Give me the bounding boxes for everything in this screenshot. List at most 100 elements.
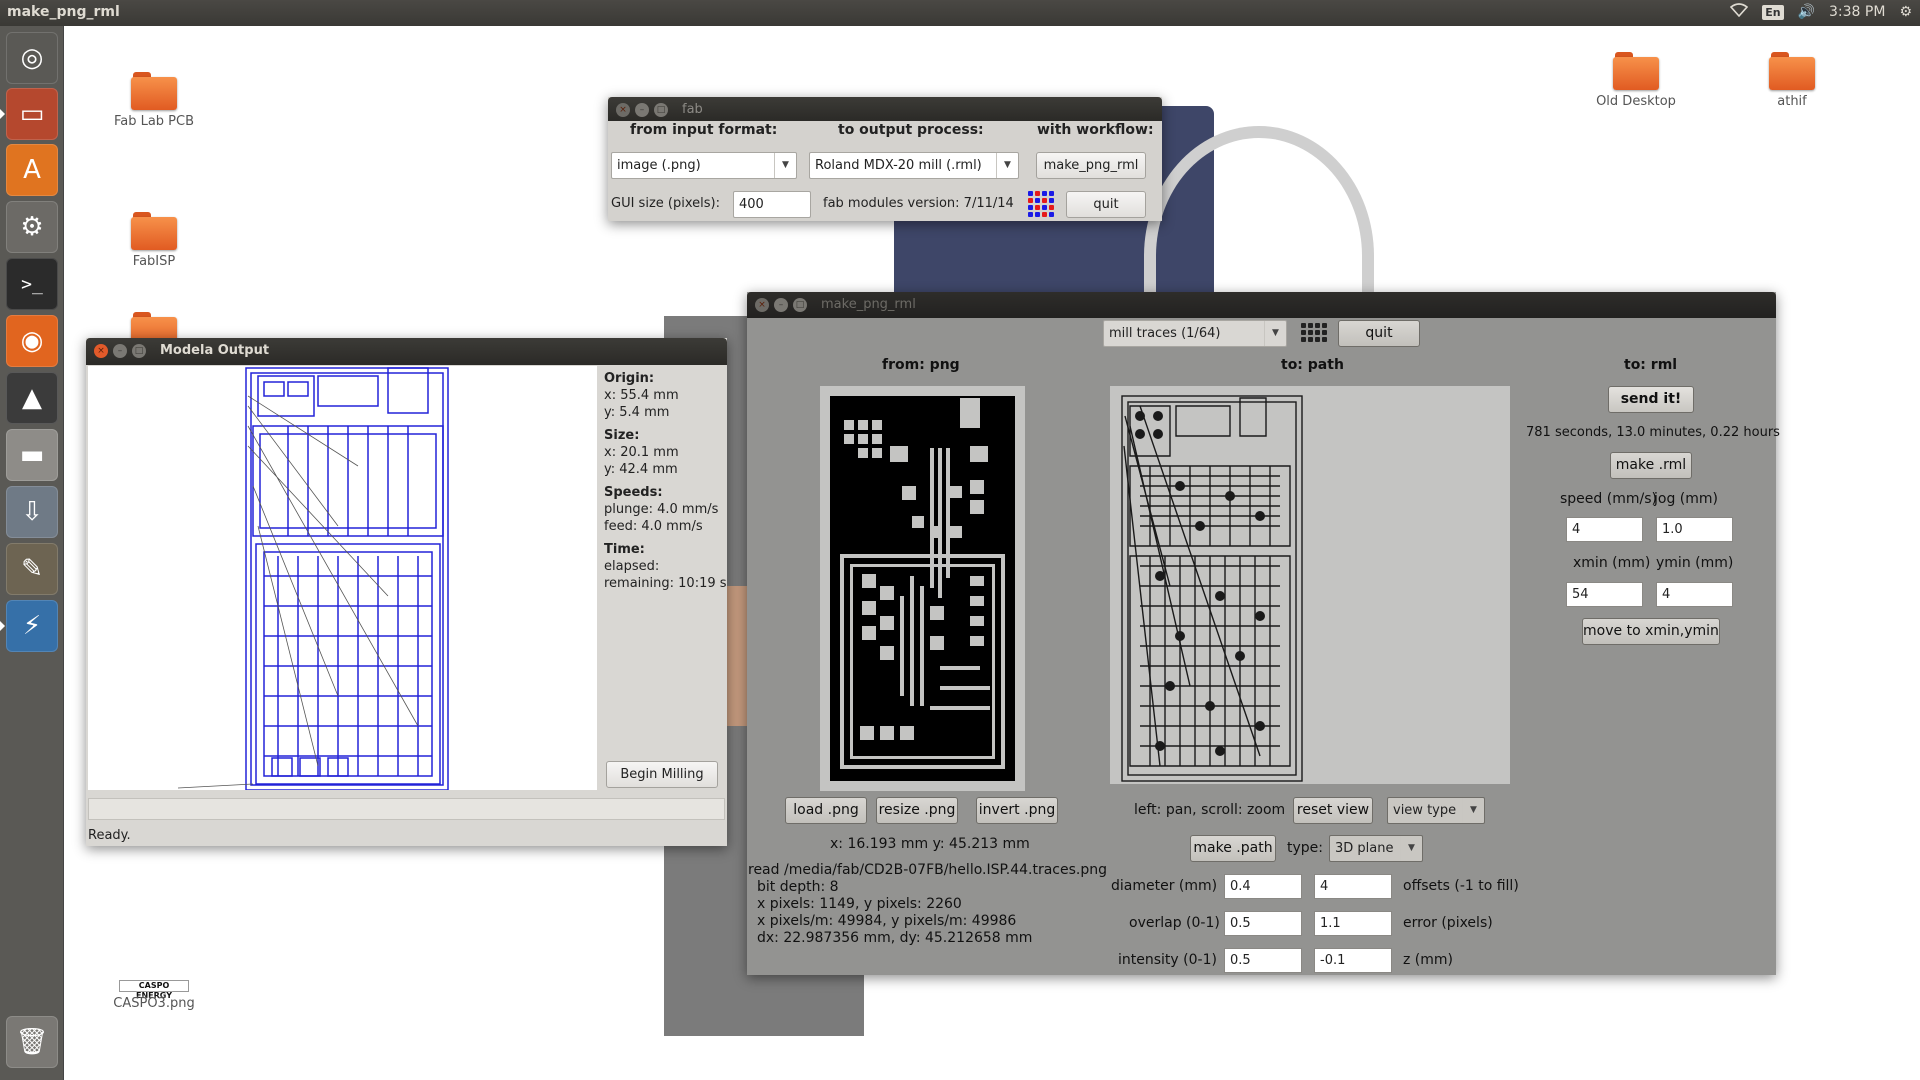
minimize-icon[interactable]: – bbox=[774, 298, 788, 312]
desktop-icon-fab-lab-pcb[interactable]: Fab Lab PCB bbox=[94, 72, 214, 129]
speed-field[interactable]: 4 bbox=[1566, 517, 1643, 542]
diameter-field[interactable]: 0.4 bbox=[1224, 874, 1302, 899]
quit-button[interactable]: quit bbox=[1338, 320, 1420, 347]
toolpath-preview[interactable] bbox=[1110, 386, 1510, 784]
close-icon[interactable]: × bbox=[755, 298, 769, 312]
chevron-down-icon: ▼ bbox=[1264, 321, 1286, 346]
chevron-down-icon: ▼ bbox=[1462, 798, 1484, 823]
desktop-icon-label: FabISP bbox=[132, 254, 176, 269]
wifi-icon[interactable] bbox=[1730, 3, 1749, 21]
launcher-dash-home-icon[interactable]: ◎ bbox=[6, 32, 58, 84]
milling-preview-canvas[interactable] bbox=[88, 366, 597, 790]
feed-speed: feed: 4.0 mm/s bbox=[604, 519, 703, 534]
desktop-icon-caspo3[interactable]: CASPO ENERGY CASPO3.png bbox=[94, 980, 214, 1011]
offsets-field[interactable]: 4 bbox=[1314, 874, 1392, 899]
overlap-field[interactable]: 0.5 bbox=[1224, 911, 1302, 936]
with-workflow-label: with workflow: bbox=[1037, 122, 1154, 138]
view-type-select[interactable]: view type ▼ bbox=[1387, 797, 1485, 824]
send-it-button[interactable]: send it! bbox=[1608, 386, 1694, 413]
xmin-field[interactable]: 54 bbox=[1566, 582, 1643, 607]
desktop-icon-athif[interactable]: athif bbox=[1732, 52, 1852, 109]
workflow-button[interactable]: make_png_rml bbox=[1036, 152, 1146, 179]
fab-window-titlebar[interactable]: × – □ fab bbox=[608, 97, 1162, 121]
output-process-select[interactable]: Roland MDX-20 mill (.rml) ▼ bbox=[809, 152, 1019, 179]
running-indicator bbox=[0, 109, 5, 119]
time-label: Time: bbox=[604, 542, 645, 557]
launcher-inkscape-icon[interactable]: ▲ bbox=[6, 372, 58, 424]
gui-size-label: GUI size (pixels): bbox=[611, 196, 720, 211]
remaining-time: remaining: 10:19 s bbox=[604, 576, 726, 591]
jog-field[interactable]: 1.0 bbox=[1656, 517, 1733, 542]
launcher-firefox-icon[interactable]: ◉ bbox=[6, 315, 58, 367]
make-rml-button[interactable]: make .rml bbox=[1610, 452, 1692, 479]
fab-logo-icon bbox=[1301, 323, 1327, 342]
folder-icon bbox=[131, 212, 177, 250]
error-field[interactable]: 1.1 bbox=[1314, 911, 1392, 936]
desktop-icon-label: athif bbox=[1777, 94, 1807, 109]
chevron-down-icon: ▼ bbox=[996, 153, 1018, 178]
maximize-icon[interactable]: □ bbox=[132, 344, 146, 358]
folder-icon bbox=[1613, 52, 1659, 90]
launcher-python-icon[interactable]: ⚡ bbox=[6, 600, 58, 652]
origin-label: Origin: bbox=[604, 371, 655, 386]
origin-x: x: 55.4 mm bbox=[604, 388, 679, 403]
jog-label: jog (mm) bbox=[1654, 491, 1718, 507]
fab-logo-icon bbox=[1028, 191, 1054, 217]
active-app-title: make_png_rml bbox=[7, 4, 120, 20]
window-title: Modela Output bbox=[160, 343, 270, 358]
reset-view-button[interactable]: reset view bbox=[1293, 797, 1373, 824]
gui-size-field[interactable]: 400 bbox=[733, 191, 811, 218]
move-to-xmin-ymin-button[interactable]: move to xmin,ymin bbox=[1582, 618, 1720, 645]
desktop-icon-fabisp[interactable]: FabISP bbox=[94, 212, 214, 269]
load-png-button[interactable]: load .png bbox=[785, 797, 867, 824]
make-png-rml-window: × – □ make_png_rml mill traces (1/64) ▼ … bbox=[747, 292, 1780, 975]
rml-window-titlebar[interactable]: × – □ make_png_rml bbox=[747, 292, 1776, 318]
desktop-icon-label: CASPO3.png bbox=[113, 996, 195, 1011]
resize-png-button[interactable]: resize .png bbox=[876, 797, 958, 824]
maximize-icon[interactable]: □ bbox=[793, 298, 807, 312]
input-format-select[interactable]: image (.png) ▼ bbox=[611, 152, 797, 179]
intensity-field[interactable]: 0.5 bbox=[1224, 948, 1302, 973]
volume-icon[interactable]: 🔊 bbox=[1798, 4, 1815, 20]
launcher-files-icon[interactable]: ▭ bbox=[6, 88, 58, 140]
desktop-icon-label: Old Desktop bbox=[1596, 94, 1676, 109]
file-info-line: bit depth: 8 bbox=[757, 879, 839, 895]
make-path-button[interactable]: make .path bbox=[1190, 835, 1276, 862]
speed-label: speed (mm/s) bbox=[1560, 491, 1657, 507]
desktop-icon-old-desktop[interactable]: Old Desktop bbox=[1576, 52, 1696, 109]
close-icon[interactable]: × bbox=[94, 344, 108, 358]
to-output-process-label: to output process: bbox=[838, 122, 984, 138]
modela-window-titlebar[interactable]: × – □ Modela Output bbox=[86, 338, 727, 365]
ymin-field[interactable]: 4 bbox=[1656, 582, 1733, 607]
pcb-traces-image bbox=[830, 396, 1015, 781]
launcher-terminal-icon[interactable]: >_ bbox=[6, 258, 58, 310]
clock[interactable]: 3:38 PM bbox=[1829, 4, 1885, 20]
launcher-software-center-icon[interactable]: A bbox=[6, 144, 58, 196]
launcher-usb-icon[interactable]: ⇩ bbox=[6, 486, 58, 538]
quit-button[interactable]: quit bbox=[1066, 191, 1146, 218]
intensity-label: intensity (0-1) bbox=[1118, 952, 1217, 968]
minimize-icon[interactable]: – bbox=[635, 103, 649, 117]
launcher-system-settings-icon[interactable]: ⚙ bbox=[6, 201, 58, 253]
gear-icon[interactable]: ⚙ bbox=[1899, 4, 1912, 20]
milling-info-panel: Origin: x: 55.4 mm y: 5.4 mm Size: x: 20… bbox=[604, 370, 726, 592]
minimize-icon[interactable]: – bbox=[113, 344, 127, 358]
cursor-coordinates: x: 16.193 mm y: 45.213 mm bbox=[830, 836, 1030, 852]
launcher-drive-icon[interactable]: ▬ bbox=[6, 429, 58, 481]
process-select[interactable]: mill traces (1/64) ▼ bbox=[1103, 320, 1287, 347]
overlap-label: overlap (0-1) bbox=[1129, 915, 1220, 931]
keyboard-layout-indicator[interactable]: En bbox=[1762, 4, 1784, 20]
z-field[interactable]: -0.1 bbox=[1314, 948, 1392, 973]
launcher-gimp-icon[interactable]: ✎ bbox=[6, 543, 58, 595]
path-type-select[interactable]: 3D plane ▼ bbox=[1329, 835, 1423, 862]
image-thumbnail: CASPO ENERGY bbox=[119, 980, 189, 1000]
from-png-label: from: png bbox=[882, 357, 960, 373]
launcher-trash-icon[interactable]: 🗑 bbox=[6, 1016, 58, 1068]
maximize-icon[interactable]: □ bbox=[654, 103, 668, 117]
invert-png-button[interactable]: invert .png bbox=[976, 797, 1058, 824]
file-info-line: dx: 22.987356 mm, dy: 45.212658 mm bbox=[757, 930, 1033, 946]
png-preview[interactable] bbox=[820, 386, 1025, 791]
close-icon[interactable]: × bbox=[616, 103, 630, 117]
status-text: Ready. bbox=[88, 828, 131, 843]
begin-milling-button[interactable]: Begin Milling bbox=[606, 761, 718, 788]
